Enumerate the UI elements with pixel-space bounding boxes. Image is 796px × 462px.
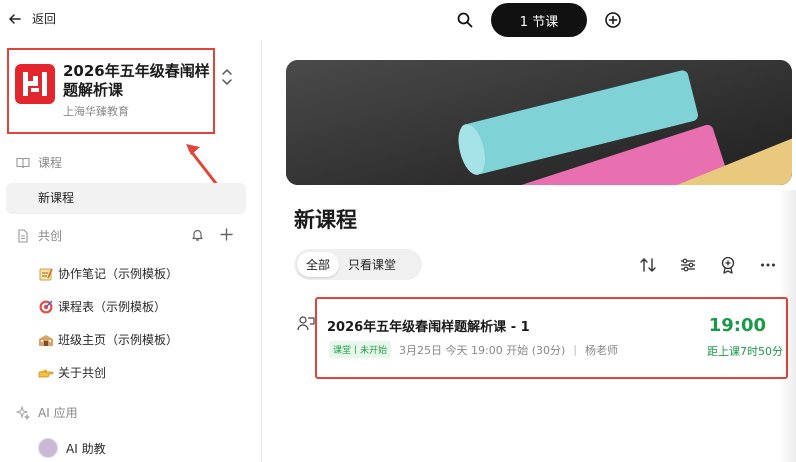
courses-header-label: 课程 <box>38 156 63 170</box>
target-icon <box>38 299 54 315</box>
sparkle-icon <box>16 405 30 420</box>
sidebar-item-label: 课程表（示例模板） <box>58 300 167 314</box>
course-logo <box>15 64 55 104</box>
top-bar: 返回 1 节课 <box>0 0 796 40</box>
ai-section-header: AI 应用 <box>16 404 78 421</box>
back-label: 返回 <box>32 12 57 26</box>
lesson-count-button[interactable]: 1 节课 <box>491 3 587 37</box>
course-banner-image <box>286 60 792 185</box>
sidebar-item-ai-assistant[interactable]: AI 助教 <box>38 438 106 458</box>
pointing-hand-icon <box>38 365 54 381</box>
back-button[interactable]: 返回 <box>8 10 56 27</box>
filter-lessons-only-tab[interactable]: 只看课堂 <box>339 252 405 277</box>
cocreate-section-header: 共创 <box>16 227 62 244</box>
sidebar-item-notes[interactable]: 协作笔记（示例模板） <box>38 265 178 282</box>
arrow-left-icon <box>9 13 21 24</box>
sidebar-item-class-home[interactable]: 班级主页（示例模板） <box>38 331 178 348</box>
page-title: 新课程 <box>294 208 357 232</box>
lesson-start-time: 19:00 <box>708 315 766 336</box>
search-icon[interactable] <box>456 11 474 29</box>
brand-logo-icon <box>23 72 47 96</box>
live-class-icon <box>297 316 315 331</box>
sidebar-item-label: 关于共创 <box>58 366 107 380</box>
lesson-title: 2026年五年级春闱样题解析课 - 1 <box>327 320 530 335</box>
filter-segmented-control: 全部 只看课堂 <box>294 249 422 280</box>
sidebar-item-label: 协作笔记（示例模板） <box>58 267 179 281</box>
book-icon <box>16 157 30 168</box>
lesson-schedule: 3月25日 今天 19:00 开始 (30分) <box>399 343 566 357</box>
avatar <box>38 438 58 458</box>
more-options-icon[interactable] <box>759 256 777 274</box>
chevron-updown-icon[interactable] <box>220 68 234 86</box>
bell-icon[interactable] <box>190 227 205 242</box>
scroll-shadow <box>778 190 796 462</box>
status-badge: 课堂丨未开始 <box>329 341 392 358</box>
course-title: 2026年五年级春闱样题解析课 <box>63 62 210 99</box>
meta-separator: | <box>573 343 577 356</box>
course-org: 上海华臻教育 <box>63 105 129 118</box>
lesson-card[interactable]: 2026年五年级春闱样题解析课 - 1 课堂丨未开始 3月25日 今天 19:0… <box>315 297 788 379</box>
lesson-countdown: 距上课7时50分 <box>707 345 783 358</box>
school-icon <box>38 332 54 348</box>
document-icon <box>18 228 28 243</box>
lesson-meta: 课堂丨未开始 3月25日 今天 19:00 开始 (30分) | 杨老师 <box>329 341 618 358</box>
add-circle-icon[interactable] <box>604 11 622 29</box>
lesson-teacher: 杨老师 <box>585 343 618 357</box>
sidebar: 2026年五年级春闱样题解析课 上海华臻教育 课程 新课程 共创 协作笔记（示例… <box>0 40 262 462</box>
cocreate-header-label: 共创 <box>38 229 63 243</box>
chalk-illustration <box>286 60 792 185</box>
memo-icon <box>38 266 54 282</box>
courses-section-header: 课程 <box>16 154 62 171</box>
sidebar-item-schedule[interactable]: 课程表（示例模板） <box>38 298 166 315</box>
app-window: 返回 1 节课 2026年五年级春闱样题解析课 上海华臻教育 课程 新课程 共创… <box>0 0 796 462</box>
sidebar-item-label: 班级主页（示例模板） <box>58 333 179 347</box>
sidebar-item-label: AI 助教 <box>66 441 106 456</box>
cocreate-actions <box>190 227 234 242</box>
ai-header-label: AI 应用 <box>38 406 78 420</box>
filter-all-tab[interactable]: 全部 <box>297 252 340 277</box>
sort-icon[interactable] <box>639 256 657 274</box>
sidebar-item-about[interactable]: 关于共创 <box>38 364 106 381</box>
plus-icon[interactable] <box>219 227 234 242</box>
sidebar-item-new-course[interactable]: 新课程 <box>6 183 246 214</box>
course-header[interactable]: 2026年五年级春闱样题解析课 上海华臻教育 <box>7 48 215 134</box>
award-add-icon[interactable] <box>719 256 737 274</box>
filter-sliders-icon[interactable] <box>679 256 697 274</box>
